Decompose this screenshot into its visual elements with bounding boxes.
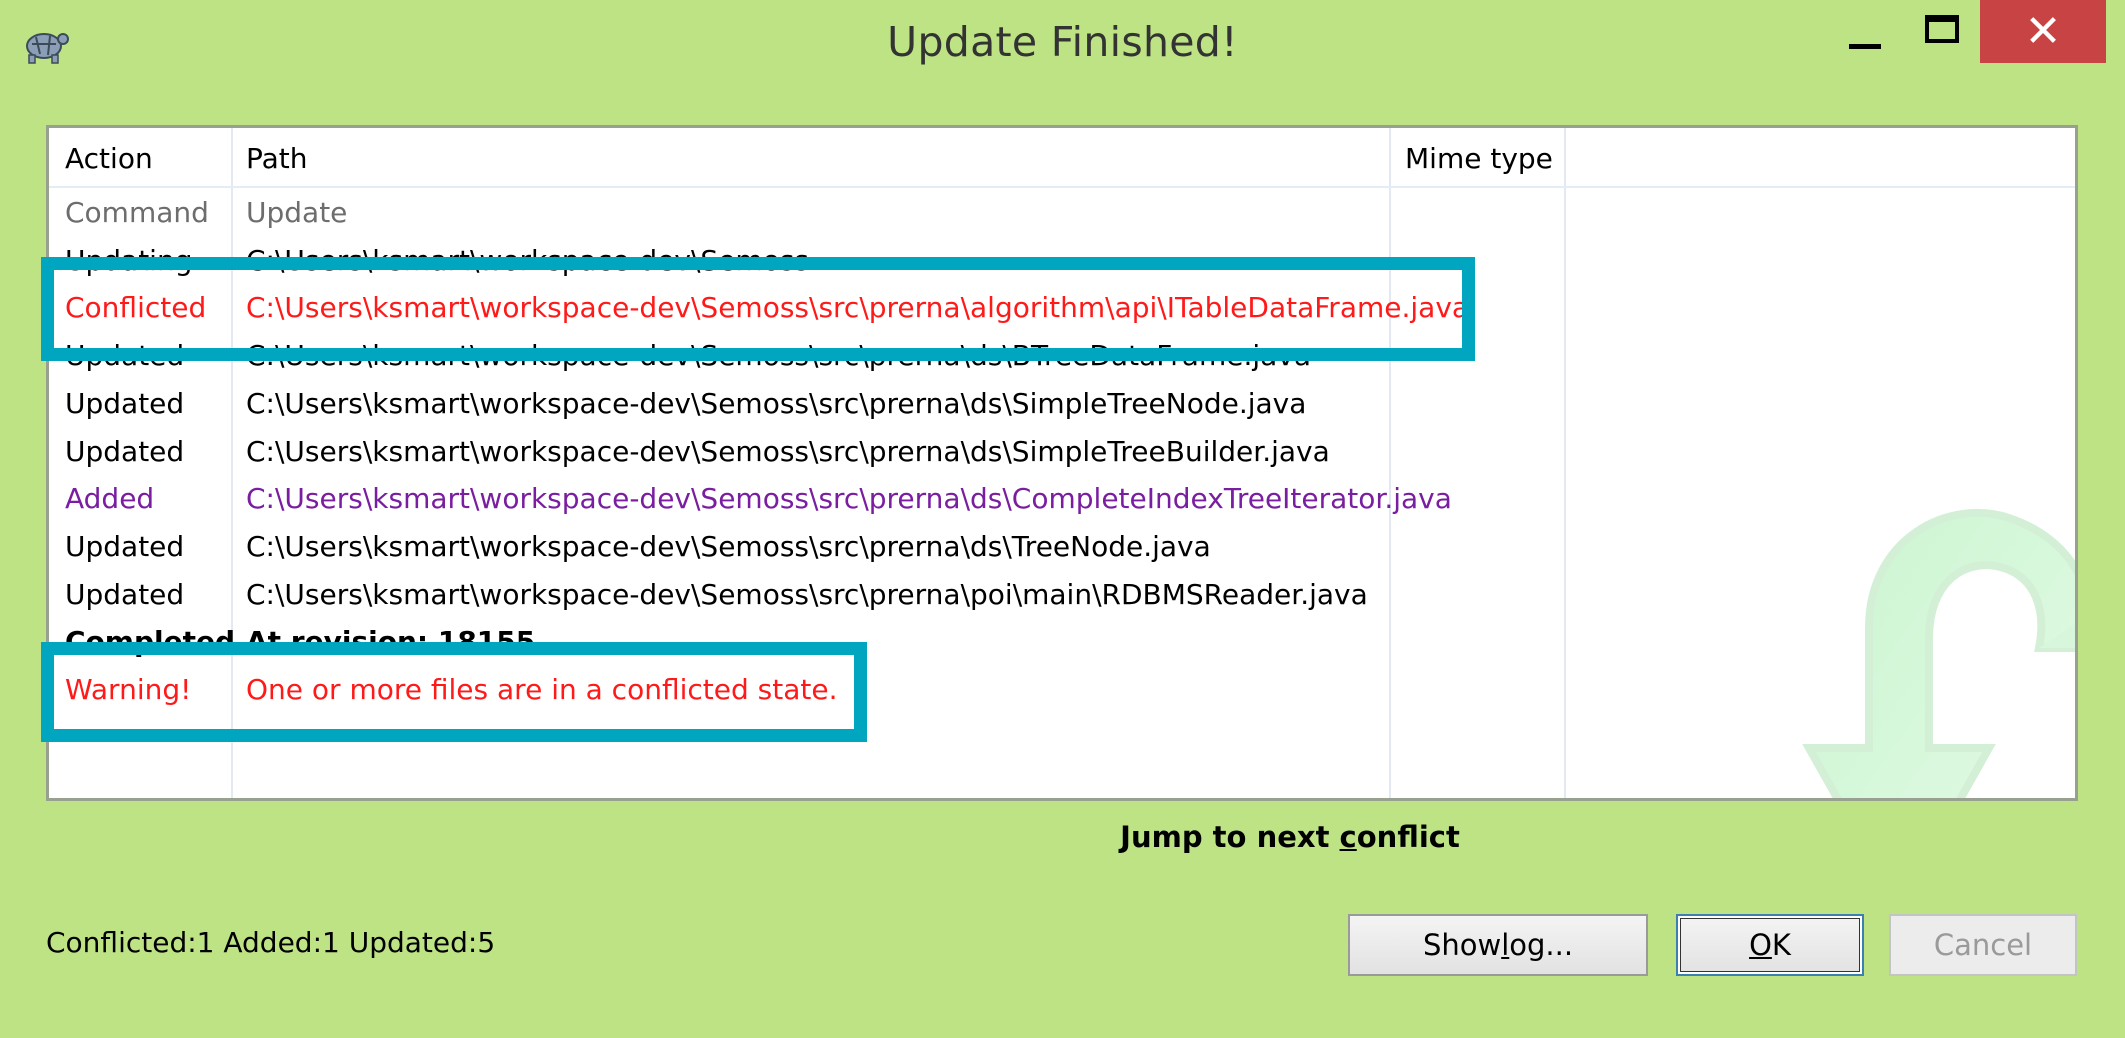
status-summary: Conflicted:1 Added:1 Updated:5 [46,926,496,959]
warning-highlight-box [41,642,867,742]
show-log-button[interactable]: Show l og... [1348,914,1648,976]
list-item[interactable]: Updated C:\Users\ksmart\workspace-dev\Sem… [49,526,2075,574]
update-finished-dialog: Update Finished! ✕ Action Path Mime type… [0,0,2125,1038]
row-path: Update [246,196,348,229]
row-path: C:\Users\ksmart\workspace-dev\Semoss\src… [246,386,1307,420]
row-path: C:\Users\ksmart\workspace-dev\Semoss\src… [246,434,1330,468]
header-mime-type[interactable]: Mime type [1405,142,1553,175]
maximize-icon [1925,14,1959,43]
close-button[interactable]: ✕ [1980,0,2106,63]
list-item[interactable]: Updated C:\Users\ksmart\workspace-dev\Sem… [49,431,2075,479]
row-action: Updated [65,434,185,468]
update-arrow-watermark-icon [1802,509,2075,798]
window-title: Update Finished! [887,18,1238,66]
cancel-button: Cancel [1889,914,2077,976]
list-item[interactable]: Command Update [49,192,2075,240]
list-item[interactable]: Updated C:\Users\ksmart\workspace-dev\Sem… [49,383,2075,431]
row-action: Updated [65,577,185,611]
list-item[interactable]: Updated C:\Users\ksmart\workspace-dev\Sem… [49,574,2075,622]
header-action[interactable]: Action [65,142,153,175]
minimize-icon [1849,44,1881,49]
row-path: C:\Users\ksmart\workspace-dev\Semoss\src… [246,577,1368,611]
jump-to-next-conflict-link[interactable]: Jump to next conflict [1100,820,1480,854]
row-path: C:\Users\ksmart\workspace-dev\Semoss\src… [246,482,1452,516]
row-action: Command [65,196,209,229]
header-path[interactable]: Path [246,142,308,175]
list-header: Action Path Mime type [49,128,2075,188]
row-action: Added [65,482,155,516]
close-icon: ✕ [2024,6,2062,57]
minimize-button[interactable] [1830,0,1900,63]
row-action: Updated [65,529,185,563]
list-item[interactable]: Added C:\Users\ksmart\workspace-dev\Semos… [49,478,2075,526]
conflict-highlight-box [41,257,1475,361]
row-path: C:\Users\ksmart\workspace-dev\Semoss\src… [246,529,1211,563]
ok-button[interactable]: OK [1676,914,1864,976]
maximize-button[interactable] [1907,0,1977,63]
row-action: Updated [65,386,185,420]
